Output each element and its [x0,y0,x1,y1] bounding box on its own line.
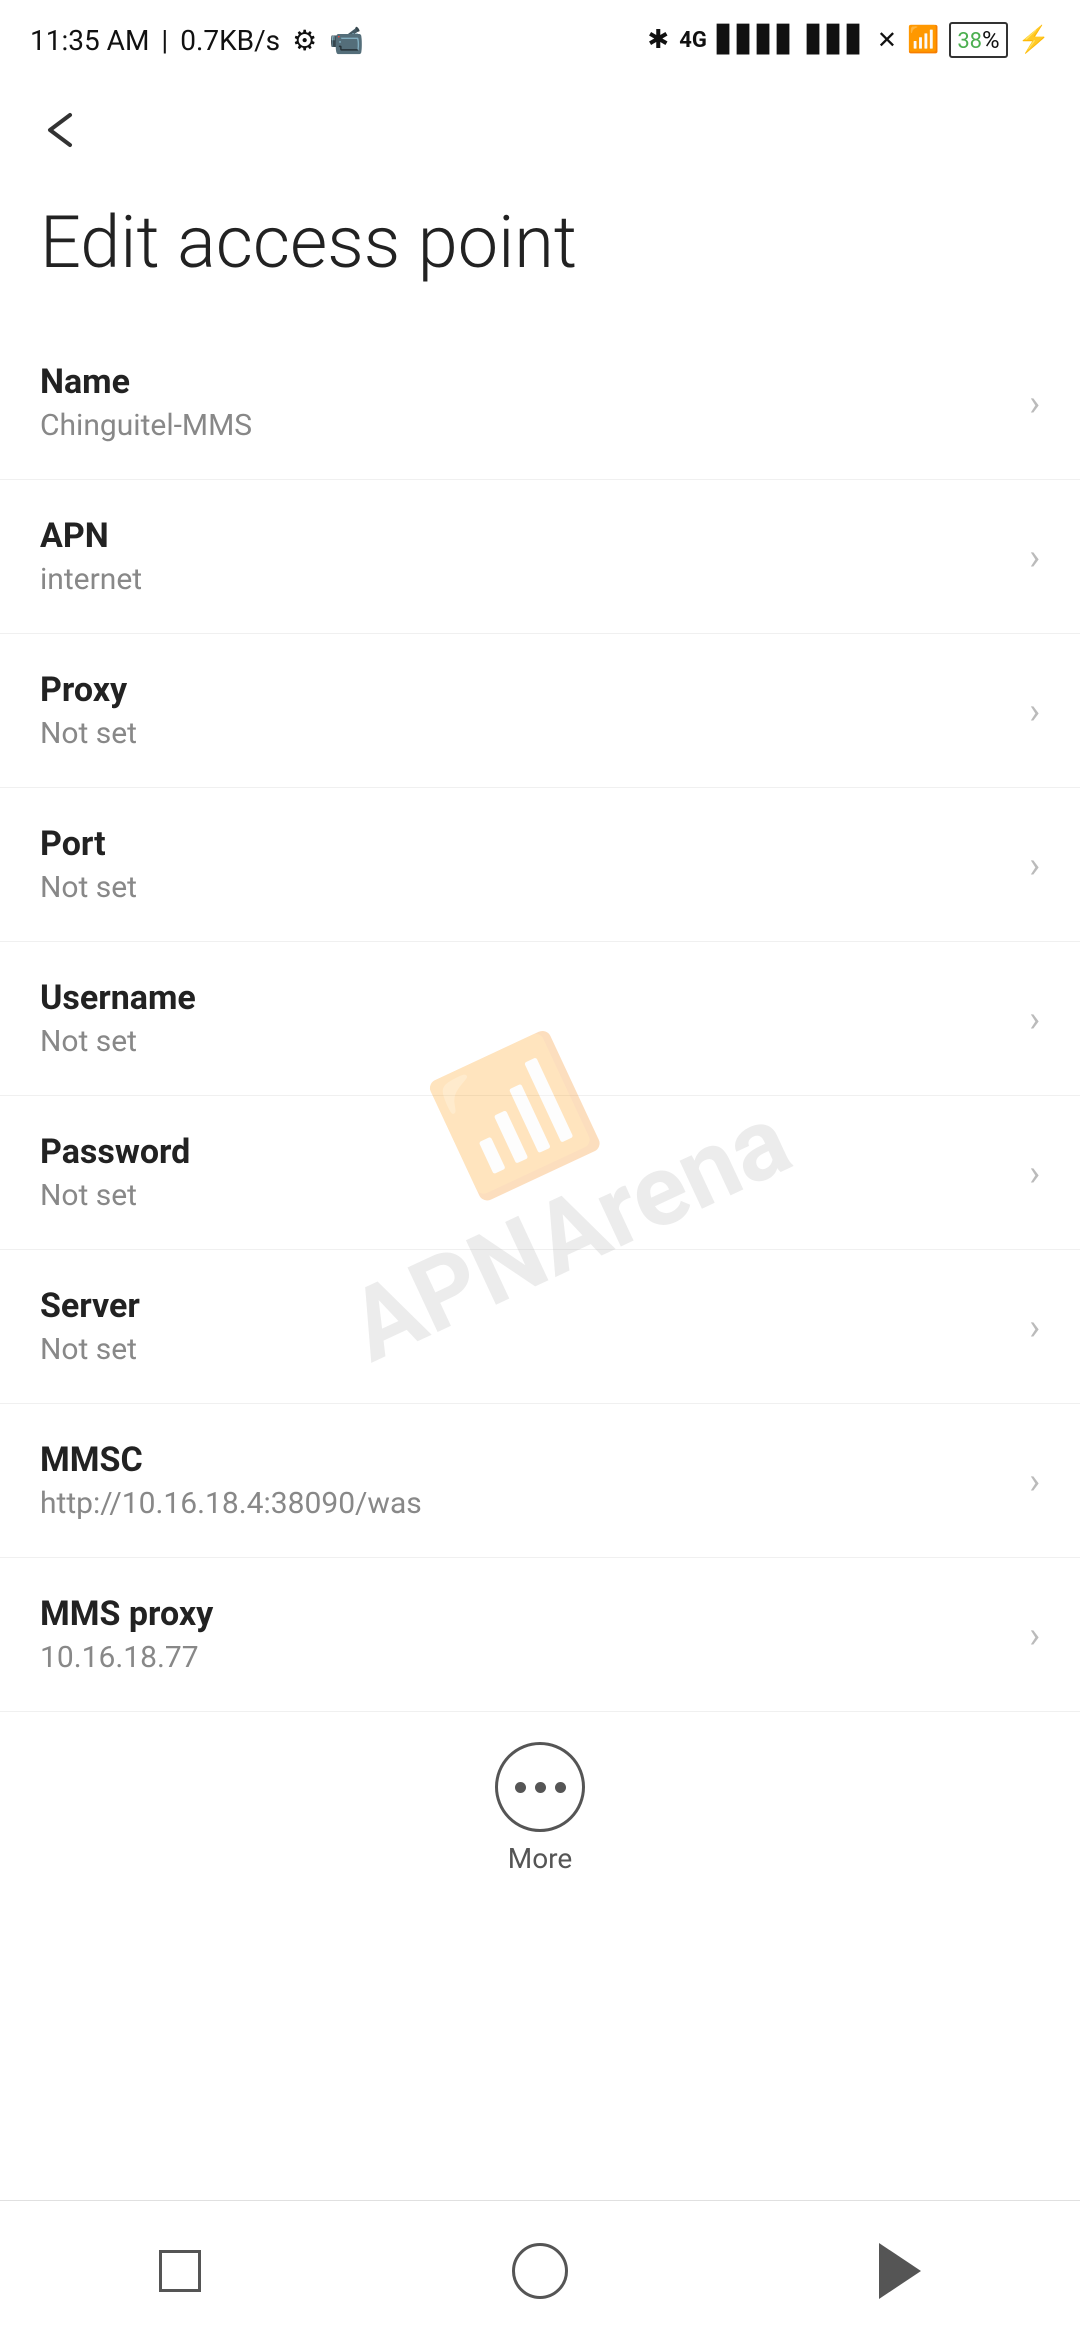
settings-item-value-2: Not set [40,716,1009,751]
camera-icon: 📹 [329,24,364,57]
settings-item-server[interactable]: Server Not set › [0,1250,1080,1404]
recent-icon [159,2250,201,2292]
chevron-right-icon: › [1029,998,1040,1040]
settings-item-mms-proxy[interactable]: MMS proxy 10.16.18.77 › [0,1558,1080,1712]
signal-4g-icon: 4G [679,28,707,53]
settings-item-value-7: http://10.16.18.4:38090/was [40,1486,1009,1521]
nav-home-button[interactable] [480,2231,600,2311]
more-circle-icon [495,1742,585,1832]
settings-item-value-8: 10.16.18.77 [40,1640,1009,1675]
settings-item-text: APN internet [40,516,1009,597]
chevron-right-icon: › [1029,382,1040,424]
chevron-right-icon: › [1029,1152,1040,1194]
chevron-right-icon: › [1029,1306,1040,1348]
settings-item-text: Port Not set [40,824,1009,905]
back-nav-icon [879,2243,921,2299]
more-button[interactable]: More [0,1712,1080,1895]
page-title: Edit access point [0,180,1080,326]
settings-item-value-6: Not set [40,1332,1009,1367]
settings-item-label-1: APN [40,516,1009,556]
settings-item-text: Name Chinguitel-MMS [40,362,1009,443]
signal-x-icon: ✕ [877,26,897,54]
chevron-right-icon: › [1029,1460,1040,1502]
battery-icon: 38% [949,22,1007,58]
settings-item-label-0: Name [40,362,1009,402]
settings-item-proxy[interactable]: Proxy Not set › [0,634,1080,788]
settings-item-value-0: Chinguitel-MMS [40,408,1009,443]
back-button[interactable] [30,95,100,165]
settings-item-username[interactable]: Username Not set › [0,942,1080,1096]
settings-icon: ⚙ [292,24,317,57]
chevron-right-icon: › [1029,844,1040,886]
bluetooth-icon: ✱ [647,25,669,55]
status-time: 11:35 AM [30,24,149,57]
settings-item-apn[interactable]: APN internet › [0,480,1080,634]
settings-item-label-3: Port [40,824,1009,864]
settings-item-value-4: Not set [40,1024,1009,1059]
settings-item-text: MMSC http://10.16.18.4:38090/was [40,1440,1009,1521]
settings-item-text: MMS proxy 10.16.18.77 [40,1594,1009,1675]
wifi-icon: 📶 [907,25,939,55]
settings-list: Name Chinguitel-MMS › APN internet › Pro… [0,326,1080,1712]
settings-item-value-1: internet [40,562,1009,597]
settings-item-value-5: Not set [40,1178,1009,1213]
more-dots-icon [515,1782,566,1793]
settings-item-text: Password Not set [40,1132,1009,1213]
settings-item-password[interactable]: Password Not set › [0,1096,1080,1250]
settings-item-mmsc[interactable]: MMSC http://10.16.18.4:38090/was › [0,1404,1080,1558]
settings-item-label-8: MMS proxy [40,1594,1009,1634]
nav-recent-button[interactable] [120,2231,240,2311]
settings-item-label-7: MMSC [40,1440,1009,1480]
settings-item-text: Server Not set [40,1286,1009,1367]
chevron-right-icon: › [1029,1614,1040,1656]
chevron-right-icon: › [1029,536,1040,578]
status-time-speed: 11:35 AM | 0.7KB/s ⚙ 📹 [30,24,364,57]
settings-item-text: Username Not set [40,978,1009,1059]
settings-item-label-2: Proxy [40,670,1009,710]
signal-bars-icon: ▋▋▋▋ [717,25,797,55]
signal-bars2-icon: ▋▋▋ [807,25,867,55]
nav-back-button[interactable] [840,2231,960,2311]
status-speed: 0.7KB/s [180,24,280,57]
settings-item-name[interactable]: Name Chinguitel-MMS › [0,326,1080,480]
home-icon [512,2243,568,2299]
settings-item-text: Proxy Not set [40,670,1009,751]
status-bar: 11:35 AM | 0.7KB/s ⚙ 📹 ✱ 4G ▋▋▋▋ ▋▋▋ ✕ 📶… [0,0,1080,80]
settings-item-port[interactable]: Port Not set › [0,788,1080,942]
status-separator: | [161,24,168,57]
chevron-right-icon: › [1029,690,1040,732]
nav-bar [0,2200,1080,2340]
settings-item-label-6: Server [40,1286,1009,1326]
more-label: More [508,1842,573,1875]
charge-icon: ⚡ [1018,25,1050,55]
settings-item-label-4: Username [40,978,1009,1018]
settings-item-value-3: Not set [40,870,1009,905]
toolbar [0,80,1080,180]
status-icons: ✱ 4G ▋▋▋▋ ▋▋▋ ✕ 📶 38% ⚡ [647,22,1050,58]
settings-item-label-5: Password [40,1132,1009,1172]
